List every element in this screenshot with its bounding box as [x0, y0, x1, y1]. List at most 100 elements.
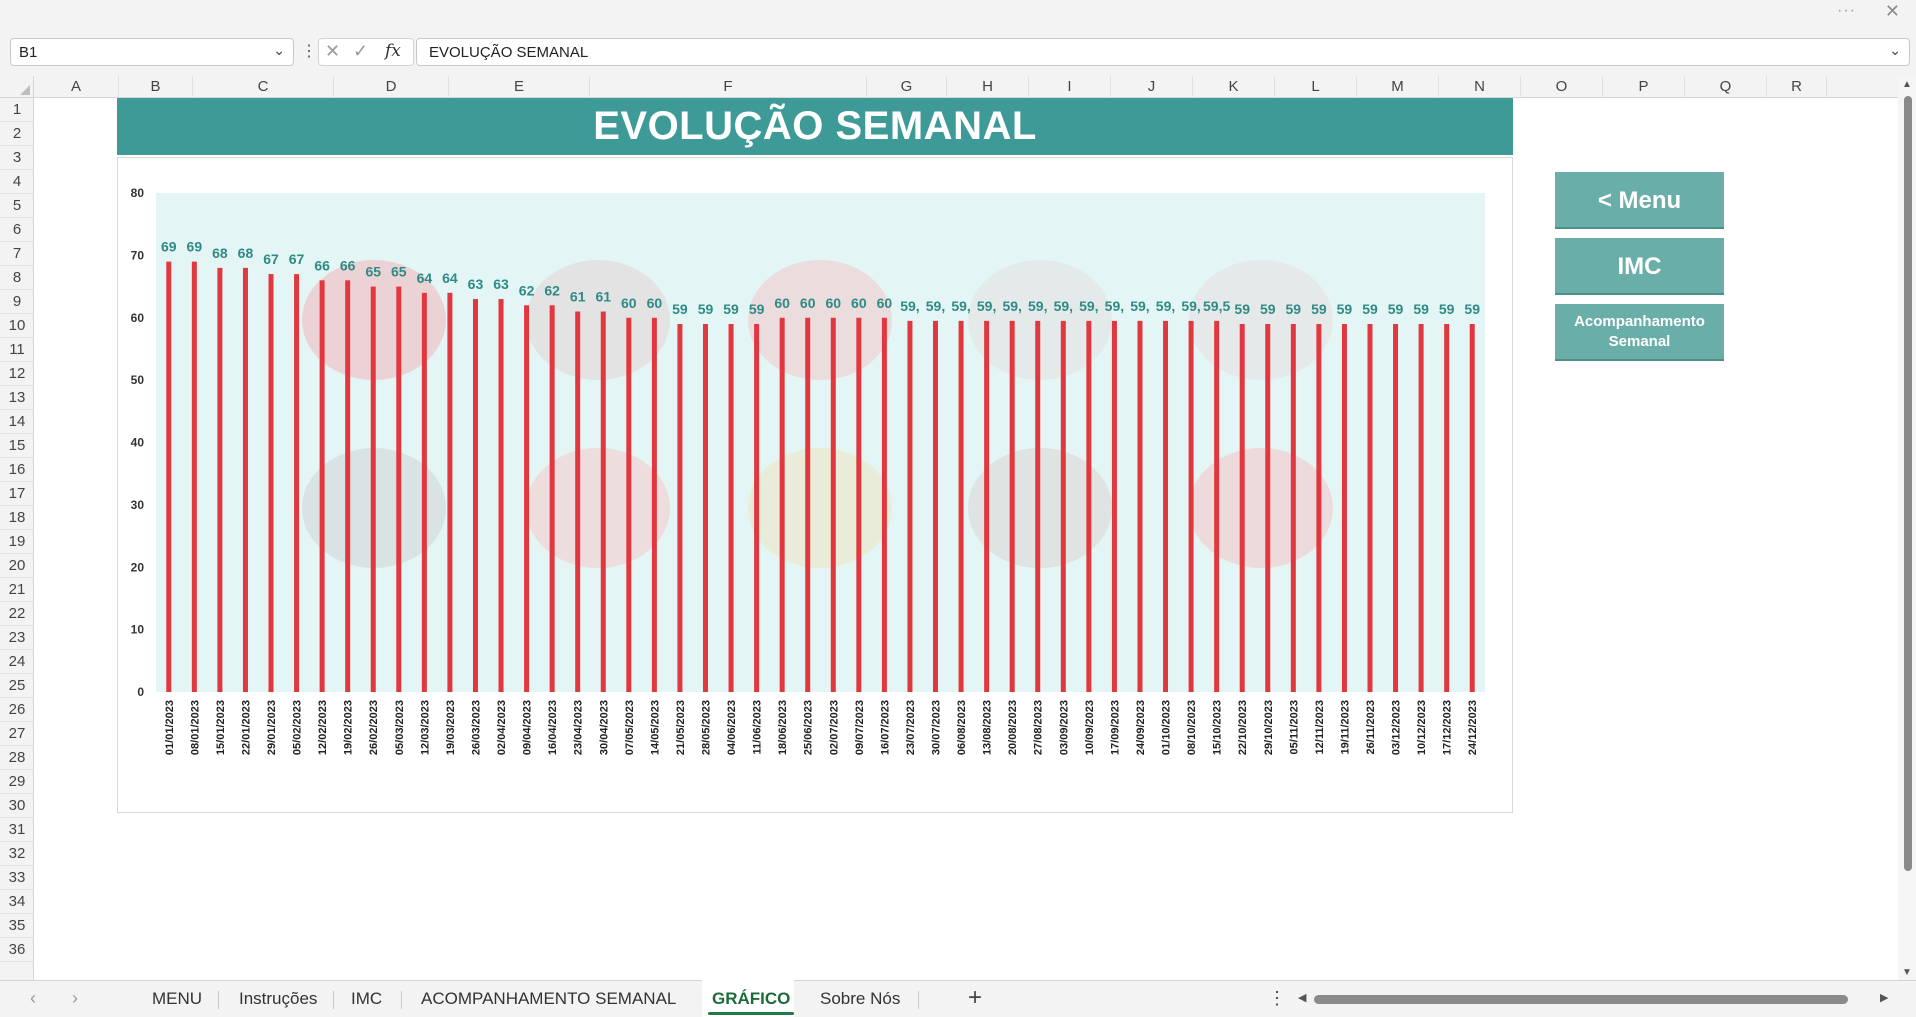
row-header[interactable]: 1	[0, 98, 33, 122]
column-header[interactable]: D	[334, 76, 449, 98]
column-header[interactable]: R	[1767, 76, 1827, 98]
tab-grafico[interactable]: GRÁFICO	[707, 989, 795, 1015]
row-header[interactable]: 33	[0, 866, 33, 890]
close-icon[interactable]: ✕	[1885, 1, 1900, 22]
select-all-corner[interactable]	[0, 76, 34, 98]
column-header[interactable]: K	[1193, 76, 1275, 98]
row-header[interactable]: 2	[0, 122, 33, 146]
column-header[interactable]: N	[1439, 76, 1521, 98]
horizontal-scroll-thumb[interactable]	[1314, 995, 1848, 1004]
column-header[interactable]: J	[1111, 76, 1193, 98]
row-header[interactable]: 24	[0, 650, 33, 674]
vertical-scroll-thumb[interactable]	[1904, 96, 1912, 871]
name-box[interactable]: B1 ⌄	[10, 38, 294, 66]
row-header[interactable]: 16	[0, 458, 33, 482]
imc-button[interactable]: IMC	[1555, 238, 1724, 295]
tab-sobre-nos[interactable]: Sobre Nós	[820, 989, 900, 1009]
row-header[interactable]: 10	[0, 314, 33, 338]
column-header[interactable]: G	[867, 76, 947, 98]
row-header[interactable]: 28	[0, 746, 33, 770]
scroll-down-icon[interactable]: ▼	[1902, 967, 1912, 978]
row-header[interactable]: 34	[0, 890, 33, 914]
row-header[interactable]: 26	[0, 698, 33, 722]
row-header[interactable]: 9	[0, 290, 33, 314]
row-header[interactable]: 31	[0, 818, 33, 842]
row-header[interactable]: 18	[0, 506, 33, 530]
vertical-dots-icon[interactable]: ⋮	[301, 41, 317, 61]
next-sheet-icon[interactable]: ›	[72, 988, 78, 1009]
decorative-icon-circle	[1189, 260, 1333, 380]
x-tick-label: 23/07/2023	[905, 700, 917, 755]
row-header[interactable]: 23	[0, 626, 33, 650]
scroll-up-icon[interactable]: ▲	[1902, 79, 1912, 90]
row-header[interactable]: 8	[0, 266, 33, 290]
row-header[interactable]: 35	[0, 914, 33, 938]
vertical-scrollbar[interactable]: ▲ ▼	[1898, 76, 1916, 980]
column-header[interactable]: I	[1029, 76, 1111, 98]
confirm-icon[interactable]: ✓	[353, 41, 368, 62]
add-sheet-button[interactable]: +	[968, 984, 982, 1012]
row-header[interactable]: 25	[0, 674, 33, 698]
insert-function-icon[interactable]: fx	[385, 41, 401, 61]
row-header[interactable]: 11	[0, 338, 33, 362]
tab-menu[interactable]: MENU	[152, 989, 202, 1009]
column-header[interactable]: E	[449, 76, 590, 98]
row-header[interactable]: 4	[0, 170, 33, 194]
bar	[319, 280, 325, 692]
x-tick-label: 23/04/2023	[573, 700, 585, 755]
tab-acompanhamento-semanal[interactable]: ACOMPANHAMENTO SEMANAL	[421, 989, 676, 1009]
column-header[interactable]: A	[34, 76, 119, 98]
x-tick-label: 09/04/2023	[522, 700, 534, 755]
row-header[interactable]: 17	[0, 482, 33, 506]
row-header[interactable]: 22	[0, 602, 33, 626]
column-header[interactable]: L	[1275, 76, 1357, 98]
chevron-down-icon[interactable]: ⌄	[273, 42, 285, 59]
column-header[interactable]: C	[193, 76, 334, 98]
sheet-tab-bar: ‹ › MENU Instruções IMC ACOMPANHAMENTO S…	[0, 980, 1916, 1017]
acompanhamento-semanal-button[interactable]: Acompanhamento Semanal	[1555, 304, 1724, 361]
x-tick-label: 22/10/2023	[1237, 700, 1249, 755]
column-header[interactable]: B	[119, 76, 193, 98]
column-header[interactable]: O	[1521, 76, 1603, 98]
weekly-evolution-chart[interactable]: 0 10 20 30 40 50 60 70 80 69 01/01/2023 69 08/01/202…	[117, 157, 1513, 813]
data-label: 62	[519, 282, 535, 298]
tab-divider	[218, 991, 219, 1009]
vertical-dots-icon[interactable]: ⋮	[1268, 988, 1286, 1009]
expand-formula-icon[interactable]: ⌄	[1889, 42, 1901, 59]
column-header[interactable]: Q	[1685, 76, 1767, 98]
scroll-left-icon[interactable]: ◀	[1298, 991, 1306, 1004]
x-tick-label: 18/06/2023	[777, 700, 789, 755]
row-header[interactable]: 27	[0, 722, 33, 746]
formula-input[interactable]: EVOLUÇÃO SEMANAL ⌄	[416, 38, 1910, 66]
row-header[interactable]: 15	[0, 434, 33, 458]
row-header[interactable]: 6	[0, 218, 33, 242]
x-tick-label: 16/07/2023	[879, 700, 891, 755]
row-header[interactable]: 21	[0, 578, 33, 602]
y-tick-label: 10	[131, 623, 145, 637]
row-header[interactable]: 14	[0, 410, 33, 434]
row-header[interactable]: 5	[0, 194, 33, 218]
bar	[1188, 320, 1194, 692]
row-header[interactable]: 13	[0, 386, 33, 410]
scroll-right-icon[interactable]: ▶	[1880, 991, 1888, 1004]
row-header[interactable]: 29	[0, 770, 33, 794]
row-header[interactable]: 36	[0, 938, 33, 962]
tab-instrucoes[interactable]: Instruções	[239, 989, 317, 1009]
row-header[interactable]: 3	[0, 146, 33, 170]
row-header[interactable]: 12	[0, 362, 33, 386]
row-header[interactable]: 32	[0, 842, 33, 866]
column-header[interactable]: M	[1357, 76, 1439, 98]
column-header[interactable]: H	[947, 76, 1029, 98]
more-options-icon[interactable]: ···	[1837, 2, 1856, 20]
cancel-icon[interactable]: ✕	[325, 41, 340, 62]
column-header[interactable]: P	[1603, 76, 1685, 98]
column-header[interactable]: F	[590, 76, 867, 98]
row-header[interactable]: 19	[0, 530, 33, 554]
tab-imc[interactable]: IMC	[351, 989, 382, 1009]
decorative-icon-circle	[748, 448, 892, 568]
row-header[interactable]: 20	[0, 554, 33, 578]
menu-button[interactable]: < Menu	[1555, 172, 1724, 229]
row-header[interactable]: 30	[0, 794, 33, 818]
row-header[interactable]: 7	[0, 242, 33, 266]
prev-sheet-icon[interactable]: ‹	[30, 988, 36, 1009]
